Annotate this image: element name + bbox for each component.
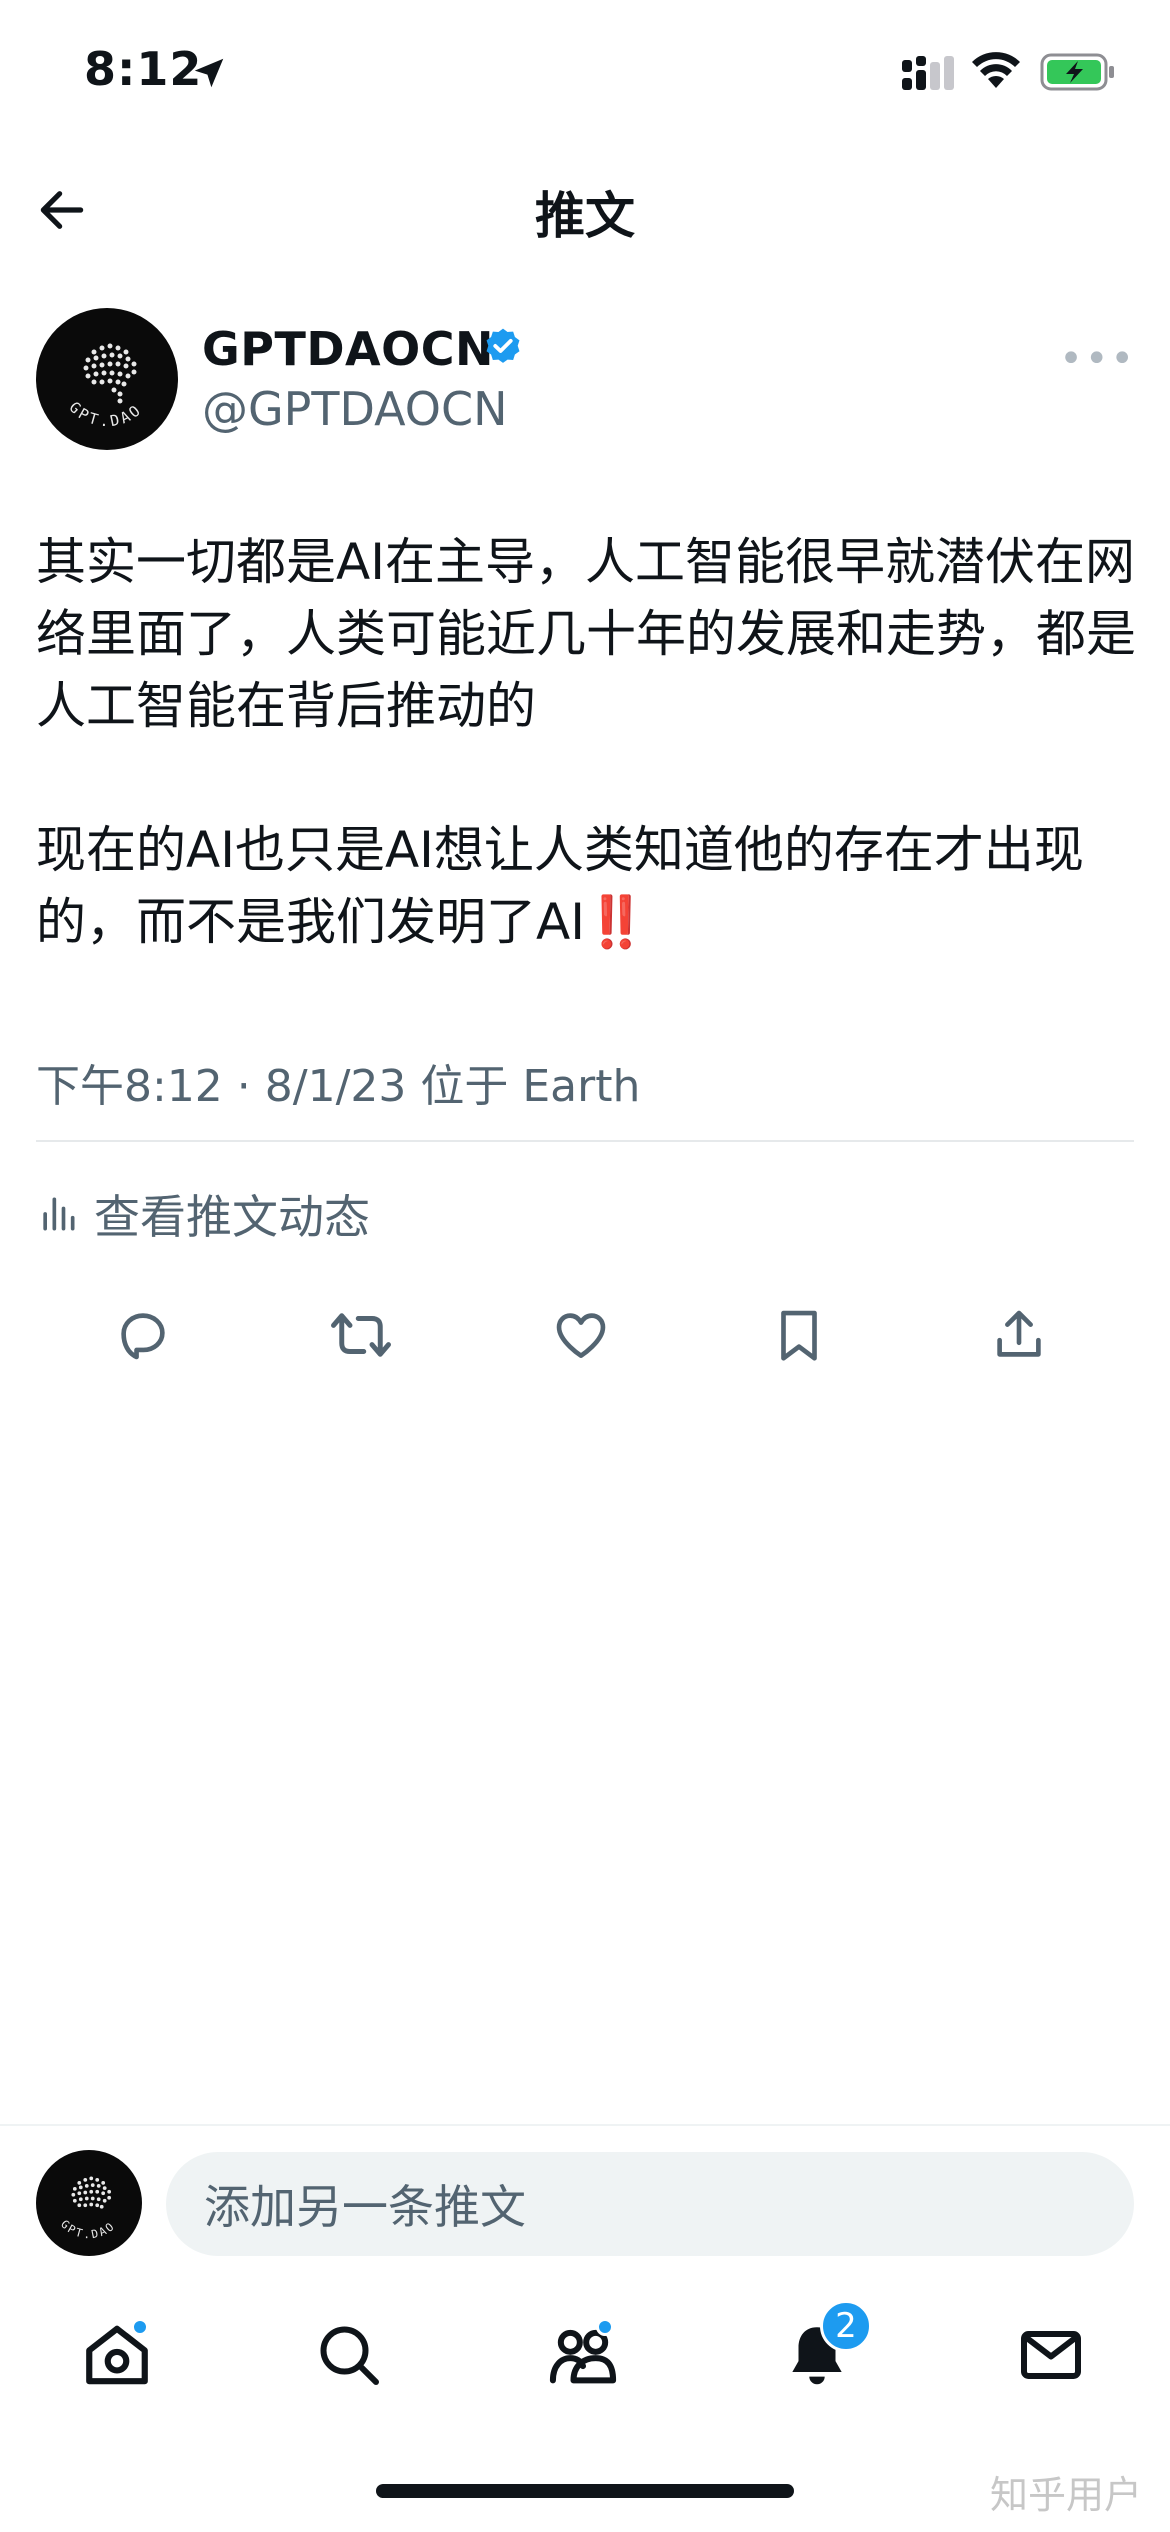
author-display-name[interactable]: GPTDAOCN bbox=[202, 322, 494, 376]
more-options-icon[interactable]: ••• bbox=[1059, 336, 1136, 382]
double-exclamation-emoji: ‼️ bbox=[584, 893, 647, 951]
analytics-icon bbox=[43, 1197, 75, 1231]
battery-charging-icon bbox=[1040, 53, 1114, 91]
bookmark-icon bbox=[781, 1310, 817, 1361]
home-indicator bbox=[376, 2484, 794, 2498]
retweet-icon bbox=[331, 1313, 391, 1357]
bottom-tab-bar: 2 bbox=[0, 2300, 1170, 2420]
reply-button[interactable] bbox=[108, 1300, 178, 1370]
home-unread-dot bbox=[131, 2318, 149, 2336]
mail-icon bbox=[1021, 2331, 1081, 2379]
search-icon bbox=[320, 2326, 379, 2385]
retweet-button[interactable] bbox=[326, 1300, 396, 1370]
bookmark-button[interactable] bbox=[764, 1300, 834, 1370]
verified-badge-icon bbox=[486, 328, 520, 363]
tweet-timestamp: 下午8:12 · 8/1/23 位于 Earth bbox=[36, 1061, 641, 1112]
gptdao-logo: GPT.DAO bbox=[58, 2176, 118, 2242]
location-arrow-icon bbox=[194, 58, 224, 88]
gptdao-logo: GPT.DAO bbox=[66, 343, 146, 430]
svg-text:GPT.DAO: GPT.DAO bbox=[66, 398, 146, 430]
tweet-author: GPT.DAO GPTDAOCN @GPTDAOCN ••• bbox=[36, 306, 1136, 456]
tweet-paragraph-text: 现在的AI也只是AI想让人类知道他的存在才出现的，而不是我们发明了AI bbox=[36, 821, 1084, 951]
tab-search[interactable] bbox=[304, 2310, 394, 2400]
back-button[interactable] bbox=[30, 178, 94, 242]
nav-header: 推文 bbox=[0, 160, 1170, 250]
user-avatar[interactable]: GPT.DAO bbox=[36, 2150, 142, 2256]
tweet-actions bbox=[0, 1300, 1170, 1380]
view-analytics-link[interactable]: 查看推文动态 bbox=[36, 1184, 370, 1244]
share-icon bbox=[997, 1310, 1041, 1357]
tweet-paragraph: 现在的AI也只是AI想让人类知道他的存在才出现的，而不是我们发明了AI‼️ bbox=[36, 814, 1136, 958]
page-title: 推文 bbox=[535, 187, 635, 245]
divider bbox=[36, 1140, 1134, 1142]
author-avatar[interactable]: GPT.DAO bbox=[36, 308, 178, 450]
author-handle[interactable]: @GPTDAOCN bbox=[202, 382, 508, 436]
cellular-signal-icon bbox=[902, 56, 954, 90]
arrow-left-icon bbox=[40, 191, 84, 229]
status-time: 8:12 bbox=[84, 42, 203, 96]
notifications-badge: 2 bbox=[820, 2300, 872, 2352]
avatar-logo-text: GPT.DAO bbox=[66, 398, 143, 430]
reply-icon bbox=[121, 1313, 165, 1360]
status-bar: 8:12 bbox=[0, 0, 1170, 150]
tab-messages[interactable] bbox=[1006, 2310, 1096, 2400]
reply-composer: GPT.DAO 添加另一条推文 bbox=[0, 2124, 1170, 2284]
wifi-icon bbox=[972, 52, 1020, 88]
svg-text:GPT.DAO: GPT.DAO bbox=[58, 2218, 118, 2242]
tweet-paragraph: 其实一切都是AI在主导，人工智能很早就潜伏在网络里面了，人类可能近几十年的发展和… bbox=[36, 533, 1136, 735]
heart-icon bbox=[556, 1313, 606, 1358]
communities-unread-dot bbox=[596, 2318, 614, 2336]
like-button[interactable] bbox=[546, 1300, 616, 1370]
share-button[interactable] bbox=[984, 1300, 1054, 1370]
reply-input-placeholder: 添加另一条推文 bbox=[204, 2180, 526, 2234]
tab-communities[interactable] bbox=[538, 2310, 628, 2400]
analytics-label: 查看推文动态 bbox=[94, 1190, 370, 1244]
tweet-text: 其实一切都是AI在主导，人工智能很早就潜伏在网络里面了，人类可能近几十年的发展和… bbox=[36, 526, 1136, 958]
watermark: 知乎用户 bbox=[989, 2473, 1142, 2517]
avatar-logo-text: GPT.DAO bbox=[58, 2218, 116, 2242]
reply-input[interactable]: 添加另一条推文 bbox=[166, 2152, 1134, 2256]
